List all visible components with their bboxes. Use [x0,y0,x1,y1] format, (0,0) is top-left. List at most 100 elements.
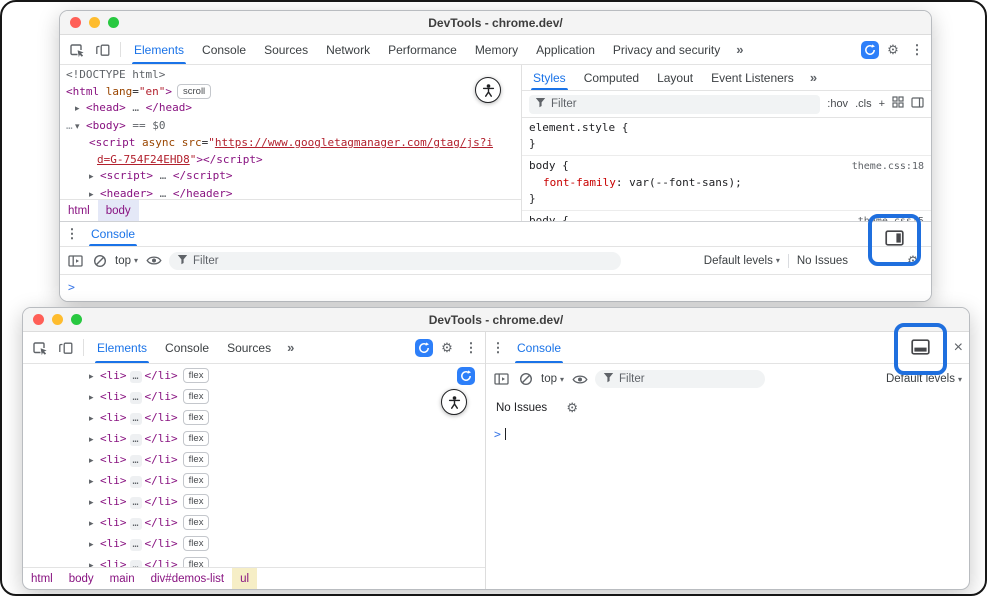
flex-badge[interactable]: flex [183,452,210,467]
flex-badge[interactable]: flex [183,557,210,567]
dom-line-gtag-script-wrap[interactable]: d=G-754F24EHD8"></script> [66,152,521,169]
css-rule-element-style[interactable]: element.style { } [522,118,931,156]
default-levels-dropdown[interactable]: Default levels▾ [704,255,780,267]
flex-badge[interactable]: flex [183,494,210,509]
dom-line-li[interactable]: ▸<li>…</li>flex [89,471,485,492]
minimize-window-button[interactable] [52,314,63,325]
tab-sources[interactable]: Sources [255,35,317,64]
inspect-element-icon[interactable] [64,35,90,64]
tab-privacy-and-security[interactable]: Privacy and security [604,35,729,64]
tab-console[interactable]: Console [156,332,218,363]
more-tabs-button[interactable]: » [729,35,750,64]
dom-line-li[interactable]: ▸<li>…</li>flex [89,366,485,387]
kebab-menu-icon[interactable]: ⋮ [62,222,82,246]
expand-arrow-icon[interactable]: ▸ [89,515,100,534]
breadcrumb-item-body[interactable]: body [98,200,139,221]
flex-badge[interactable]: flex [183,515,210,530]
tab-elements[interactable]: Elements [125,35,193,64]
dom-line-li[interactable]: ▸<li>…</li>flex [89,513,485,534]
console-filter[interactable] [169,252,621,270]
tab-styles[interactable]: Styles [524,65,575,90]
inspect-element-icon[interactable] [27,332,53,363]
console-filter-input[interactable] [193,255,613,267]
dom-line-html[interactable]: <html lang="en">scroll [66,84,521,101]
dom-line-head[interactable]: ▸<head> … </head> [66,100,521,118]
styles-filter[interactable] [529,95,820,114]
breadcrumb-item-main[interactable]: main [102,568,143,589]
dom-line-li[interactable]: ▸<li>…</li>flex [89,534,485,555]
css-property-name[interactable]: font-family [543,176,616,189]
console-prompt[interactable]: > [60,275,931,301]
zoom-window-button[interactable] [108,17,119,28]
dock-to-right-icon[interactable] [885,230,904,251]
gtag-url-link[interactable]: https://www.googletagmanager.com/gtag/js… [215,136,493,149]
grid-icon[interactable] [892,95,904,113]
clear-console-icon[interactable] [517,371,534,388]
breadcrumb-item-html[interactable]: html [23,568,61,589]
gtag-url-link[interactable]: d=G-754F24EHD8 [97,153,190,166]
minimize-window-button[interactable] [89,17,100,28]
tab-performance[interactable]: Performance [379,35,466,64]
dom-line-header[interactable]: ▸<header> … </header> [66,186,521,200]
expand-arrow-icon[interactable]: ▸ [89,368,100,387]
close-window-button[interactable] [33,314,44,325]
inline-expand-button[interactable]: … [130,539,142,551]
expand-arrow-icon[interactable]: ▸ [89,169,100,186]
css-property-value[interactable]: var(--font-sans); [629,176,742,189]
tab-console-pane[interactable]: Console [508,332,570,363]
dom-line-li[interactable]: ▸<li>…</li>flex [89,387,485,408]
inline-expand-button[interactable]: … [130,560,142,567]
dom-line-li[interactable]: ▸<li>…</li>flex [89,429,485,450]
close-icon[interactable]: × [954,340,963,356]
sync-circle-icon[interactable] [861,41,879,59]
inline-expand-button[interactable]: … [130,518,142,530]
expand-arrow-icon[interactable]: ▸ [89,452,100,471]
console-sidebar-icon[interactable] [493,371,510,388]
computed-sidebar-toggle-icon[interactable] [911,95,924,113]
device-toolbar-icon[interactable] [53,332,79,363]
expand-arrow-icon[interactable]: ▸ [89,410,100,429]
flex-badge[interactable]: flex [183,431,210,446]
console-settings-gear-icon[interactable]: ⚙ [561,400,583,416]
dock-to-bottom-icon[interactable] [911,339,930,360]
flex-badge[interactable]: flex [183,536,210,551]
dom-line-li[interactable]: ▸<li>…</li>flex [89,492,485,513]
more-tabs-button[interactable]: » [280,332,301,363]
expand-arrow-icon[interactable]: ▸ [89,431,100,450]
javascript-context-selector[interactable]: top▾ [541,373,564,385]
new-style-rule-button[interactable]: + [879,98,885,110]
css-rule-body-1[interactable]: body { theme.css:18 font-family: var(--f… [522,156,931,211]
expand-arrow-icon[interactable]: ▸ [75,101,86,118]
dom-line-li[interactable]: ▸<li>…</li>flex [89,408,485,429]
tab-event-listeners[interactable]: Event Listeners [702,65,803,90]
styles-filter-input[interactable] [551,98,814,110]
kebab-menu-icon[interactable]: ⋮ [461,340,481,356]
live-expression-eye-icon[interactable] [571,371,588,388]
issues-counter[interactable]: No Issues [496,402,547,414]
flex-badge[interactable]: flex [183,410,210,425]
kebab-menu-icon[interactable]: ⋮ [907,42,927,58]
flex-badge[interactable]: flex [183,368,210,383]
tab-network[interactable]: Network [317,35,379,64]
inline-expand-button[interactable]: … [130,476,142,488]
javascript-context-selector[interactable]: top▾ [115,255,138,267]
breadcrumb-item-ul[interactable]: ul [232,568,257,589]
expand-arrow-icon[interactable]: ▸ [89,389,100,408]
issues-counter[interactable]: No Issues [797,255,848,267]
inline-expand-button[interactable]: … [130,455,142,467]
tab-computed[interactable]: Computed [575,65,648,90]
inline-expand-button[interactable]: … [130,392,142,404]
stylesheet-link[interactable]: theme.css:18 [852,159,924,175]
expand-arrow-icon[interactable]: ▸ [89,187,100,200]
live-expression-eye-icon[interactable] [145,252,162,269]
accessibility-icon[interactable] [475,77,501,103]
dom-line-gtag-script[interactable]: <script async src="https://www.googletag… [66,135,521,152]
dom-line-doctype[interactable]: <!DOCTYPE html> [66,67,521,84]
accessibility-icon[interactable] [441,389,467,415]
console-filter[interactable] [595,370,765,388]
toggle-element-state-button[interactable]: :hov [827,98,848,110]
tab-console[interactable]: Console [193,35,255,64]
tab-console-drawer[interactable]: Console [82,222,144,246]
settings-gear-icon[interactable]: ⚙ [882,42,904,58]
inline-expand-button[interactable]: … [130,413,142,425]
